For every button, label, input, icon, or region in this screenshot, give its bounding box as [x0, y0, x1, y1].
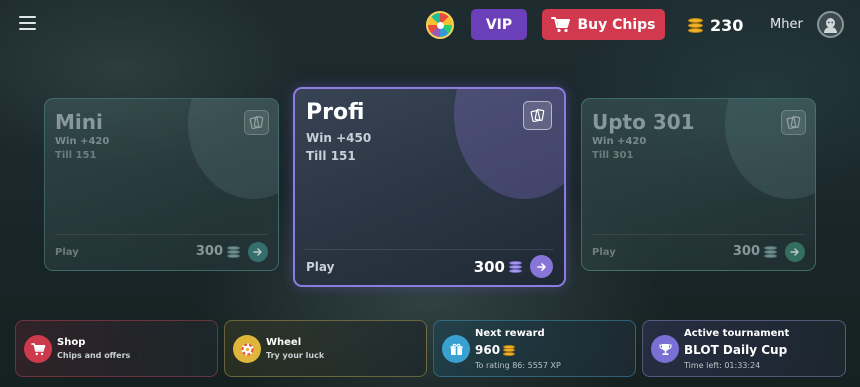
divider [55, 234, 268, 235]
arrow-right-icon [536, 262, 546, 271]
mode-title: Profi [306, 100, 365, 125]
arrow-right-icon [790, 248, 799, 256]
chips-balance: 230 [688, 14, 743, 36]
chips-balance-value: 230 [710, 15, 744, 35]
username: Mher [770, 17, 803, 32]
gift-icon [442, 335, 470, 363]
menu-icon[interactable] [19, 16, 36, 30]
buy-chips-label: Buy Chips [577, 16, 656, 33]
shop-tile[interactable]: Shop Chips and offers [15, 320, 218, 377]
entry-price-value: 300 [473, 258, 505, 276]
play-label: Play [592, 247, 616, 258]
avatar-icon [824, 18, 837, 33]
wheel-tile[interactable]: Wheel Try your luck [224, 320, 427, 377]
coin-stack-icon [227, 245, 240, 258]
tile-subtitle: Chips and offers [57, 351, 131, 360]
play-button[interactable] [785, 242, 805, 262]
next-reward-tile[interactable]: Next reward 960 To rating 86: 5557 XP [433, 320, 636, 377]
playing-cards-icon [523, 101, 552, 130]
reward-rating: To rating 86: 5557 XP [475, 361, 561, 370]
cart-icon [551, 17, 571, 33]
mode-title: Upto 301 [592, 110, 695, 134]
coin-stack-icon [688, 17, 703, 33]
coin-stack-icon [503, 344, 516, 356]
coin-stack-icon [509, 261, 522, 273]
entry-price-value: 300 [732, 244, 760, 259]
divider [592, 234, 805, 235]
entry-price: 300 [733, 244, 777, 259]
coin-stack-icon [764, 245, 777, 258]
mode-card-mini[interactable]: Mini Win +420 Till 151 Play 300 [44, 98, 279, 271]
mode-title: Mini [55, 110, 103, 134]
entry-price: 300 [196, 244, 240, 259]
mode-win: Win +420 [55, 136, 110, 147]
mode-till: Till 151 [306, 149, 356, 163]
mode-win: Win +420 [592, 136, 647, 147]
tile-subtitle: Try your luck [266, 351, 325, 360]
mode-card-upto-301[interactable]: Upto 301 Win +420 Till 301 Play 300 [581, 98, 816, 271]
play-label: Play [55, 247, 79, 258]
tournament-time-left: Time left: 01:33:24 [684, 361, 761, 370]
play-button[interactable] [248, 242, 268, 262]
arrow-right-icon [253, 248, 262, 256]
playing-cards-icon [781, 110, 806, 135]
tile-title: Shop [57, 337, 86, 348]
entry-price: 300 [474, 258, 522, 276]
vip-button[interactable]: VIP [471, 9, 527, 40]
play-label: Play [306, 260, 335, 274]
mode-win: Win +450 [306, 131, 372, 145]
tile-title: Wheel [266, 337, 302, 348]
cart-icon [24, 335, 52, 363]
vip-label: VIP [485, 16, 513, 33]
fortune-wheel-icon[interactable] [426, 11, 454, 39]
mode-till: Till 151 [55, 150, 97, 161]
mode-till: Till 301 [592, 150, 634, 161]
divider [305, 249, 554, 250]
tile-title: Active tournament [684, 328, 790, 339]
fortune-wheel-icon [233, 335, 261, 363]
tournament-name: BLOT Daily Cup [684, 343, 788, 357]
tile-title: Next reward [475, 328, 545, 339]
play-button[interactable] [530, 255, 553, 278]
trophy-icon [651, 335, 679, 363]
entry-price-value: 300 [195, 244, 223, 259]
avatar[interactable] [817, 11, 844, 38]
buy-chips-button[interactable]: Buy Chips [542, 9, 665, 40]
reward-amount: 960 [475, 343, 516, 357]
mode-card-profi[interactable]: Profi Win +450 Till 151 Play 300 [293, 87, 566, 287]
active-tournament-tile[interactable]: Active tournament BLOT Daily Cup Time le… [642, 320, 846, 377]
reward-amount-value: 960 [475, 343, 501, 357]
playing-cards-icon [244, 110, 269, 135]
